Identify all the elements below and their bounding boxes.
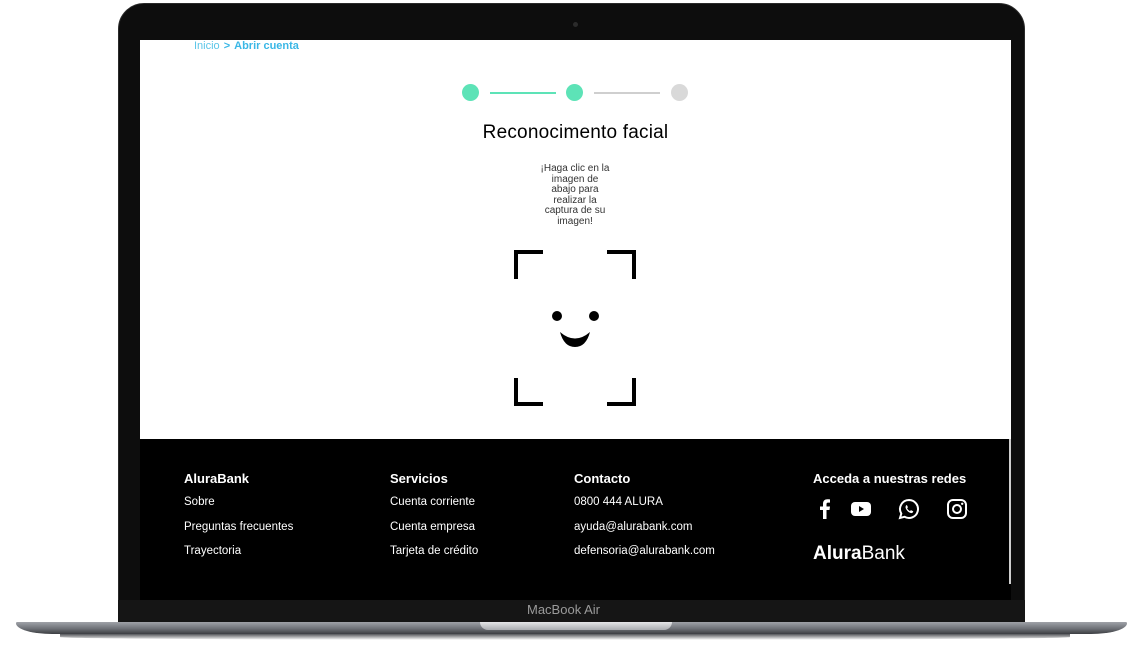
footer-heading: Acceda a nuestras redes [813,471,967,486]
step-1-indicator [462,84,479,101]
youtube-icon[interactable] [849,497,873,521]
camera-icon [573,22,578,27]
brand-bold: Alura [813,543,862,564]
social-links [813,497,973,523]
laptop-hinge-notch [480,622,672,630]
footer-link[interactable]: Trayectoria [184,545,293,561]
step-3-indicator [671,84,688,101]
step-connector-1 [490,92,556,94]
breadcrumb-current: Abrir cuenta [234,40,299,52]
footer-email[interactable]: ayuda@alurabank.com [574,521,715,537]
instagram-icon[interactable] [945,497,969,521]
footer-col-alurabank: AluraBank Sobre Preguntas frecuentes Tra… [184,471,293,570]
footer-heading: Servicios [390,471,448,486]
instruction-line: ¡Haga clic en la [540,163,610,174]
breadcrumb-separator: > [223,40,231,52]
footer-link[interactable]: Cuenta corriente [390,496,478,512]
footer-link[interactable]: Cuenta empresa [390,521,478,537]
progress-stepper [462,84,688,102]
step-2-indicator [566,84,583,101]
footer-link[interactable]: Preguntas frecuentes [184,521,293,537]
breadcrumb: Inicio > Abrir cuenta [194,40,299,52]
step-connector-2 [594,92,660,94]
footer-col-contacto: Contacto 0800 444 ALURA ayuda@alurabank.… [574,471,715,570]
capture-instruction: ¡Haga clic en la imagen de abajo para re… [531,163,619,227]
footer-col-redes: Acceda a nuestras redes [813,471,966,496]
instruction-line: captura de su [544,205,606,216]
facebook-icon[interactable] [813,497,837,521]
face-scan-icon [514,250,636,406]
face-capture-button[interactable] [513,249,637,409]
footer-link[interactable]: Tarjeta de crédito [390,545,478,561]
footer-col-servicios: Servicios Cuenta corriente Cuenta empres… [390,471,478,570]
page-title: Reconocimento facial [482,122,669,143]
brand-regular: Bank [861,543,905,564]
site-footer: AluraBank Sobre Preguntas frecuentes Tra… [140,439,1011,600]
footer-email[interactable]: defensoria@alurabank.com [574,545,715,561]
footer-phone[interactable]: 0800 444 ALURA [574,496,715,512]
instruction-line: abajo para [551,184,599,195]
footer-heading: Contacto [574,471,631,486]
screen: Inicio > Abrir cuenta Reconocimento facial… [140,40,1011,600]
footer-edge-line [1009,439,1011,584]
footer-brand-logo: AluraBank [813,543,905,565]
instruction-line: imagen! [557,215,593,227]
whatsapp-icon[interactable] [897,497,921,521]
breadcrumb-home-link[interactable]: Inicio [194,40,220,52]
footer-link[interactable]: Sobre [184,496,293,512]
footer-heading: AluraBank [184,471,250,486]
laptop-shadow [60,634,1070,640]
device-model-label: MacBook Air [527,602,600,617]
